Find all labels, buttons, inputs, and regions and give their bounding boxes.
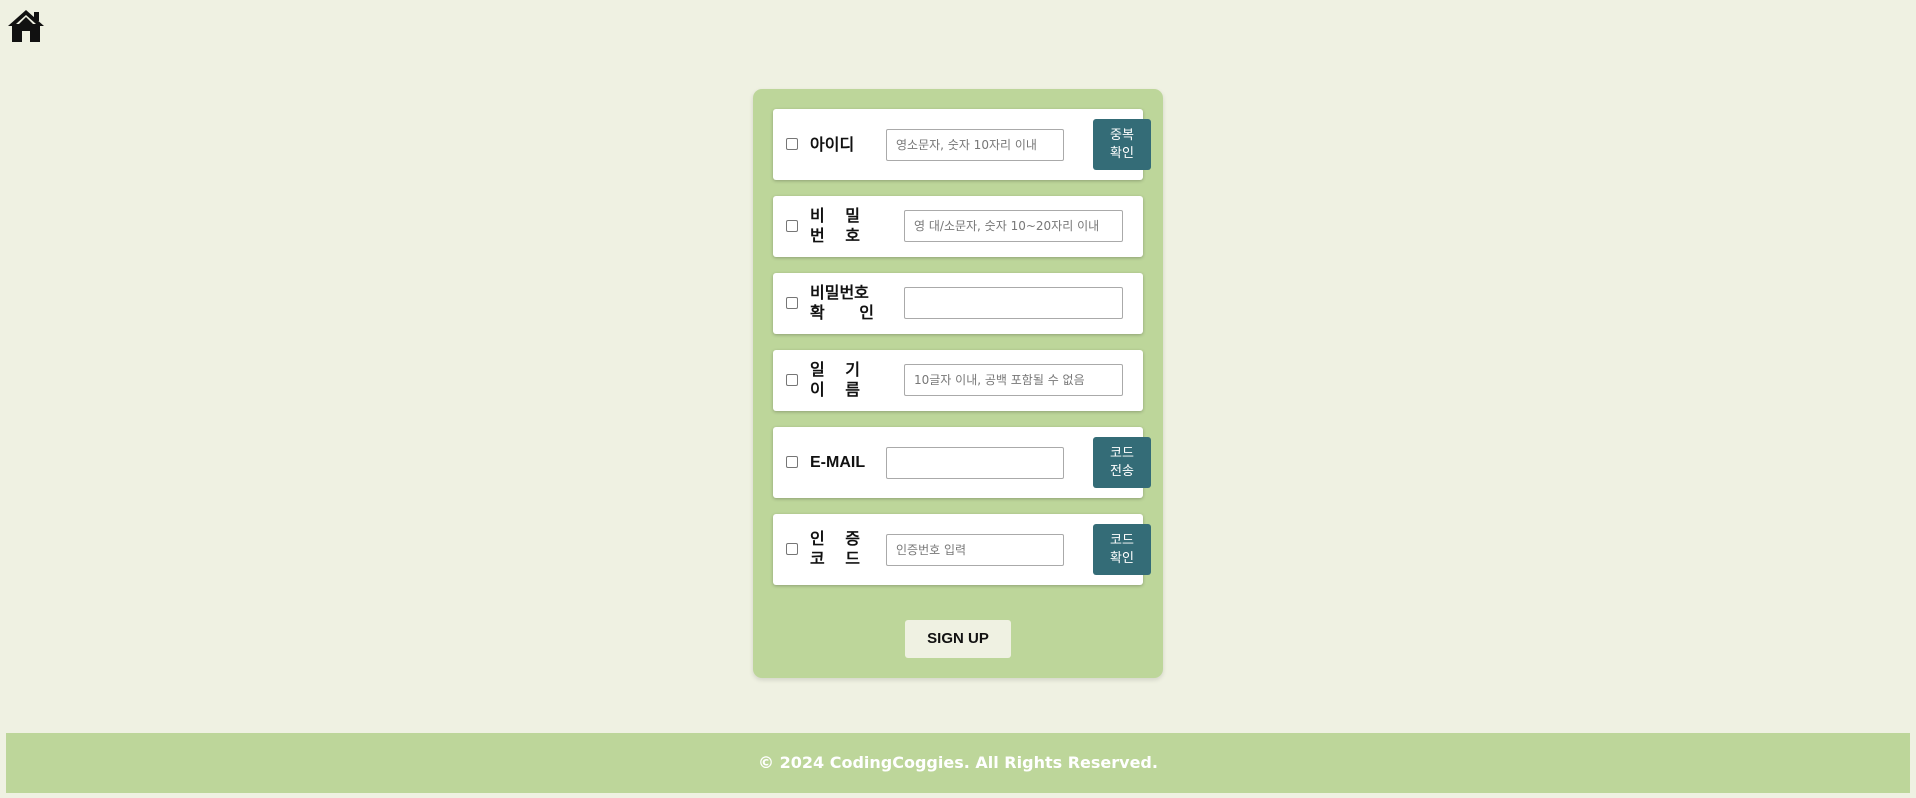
password-row: 비밀 번호 영 대/소문자, 숫자 10~20자리 이내	[773, 196, 1143, 257]
duplicate-check-button[interactable]: 중복 확인	[1093, 119, 1151, 170]
verify-code-button[interactable]: 코드 확인	[1093, 524, 1151, 575]
email-row: E-MAIL 코드 전송	[773, 427, 1151, 498]
home-icon[interactable]	[6, 8, 46, 44]
id-checkbox[interactable]	[786, 138, 798, 150]
id-input[interactable]: 영소문자, 숫자 10자리 이내	[886, 129, 1064, 161]
password-input[interactable]: 영 대/소문자, 숫자 10~20자리 이내	[904, 210, 1123, 242]
diary-name-row: 일기 이름 10글자 이내, 공백 포함될 수 없음	[773, 350, 1143, 411]
password-confirm-row: 비밀번호 확인	[773, 273, 1143, 334]
auth-code-checkbox[interactable]	[786, 543, 798, 555]
email-input[interactable]	[886, 447, 1064, 479]
password-confirm-input[interactable]	[904, 287, 1123, 319]
signup-form: 아이디 영소문자, 숫자 10자리 이내 중복 확인 비밀 번호 영 대/소문자…	[753, 89, 1163, 678]
password-checkbox[interactable]	[786, 220, 798, 232]
password-confirm-checkbox[interactable]	[786, 297, 798, 309]
send-code-button[interactable]: 코드 전송	[1093, 437, 1151, 488]
password-confirm-label: 비밀번호 확인	[810, 283, 874, 322]
diary-name-input[interactable]: 10글자 이내, 공백 포함될 수 없음	[904, 364, 1123, 396]
email-checkbox[interactable]	[786, 456, 798, 468]
signup-button[interactable]: SIGN UP	[905, 620, 1011, 658]
diary-name-checkbox[interactable]	[786, 374, 798, 386]
email-label: E-MAIL	[810, 454, 866, 471]
auth-code-label: 인증 코드	[810, 529, 860, 568]
password-label: 비밀 번호	[810, 206, 860, 245]
id-label: 아이디	[810, 135, 855, 154]
auth-code-row: 인증 코드 인증번호 입력 코드 확인	[773, 514, 1151, 585]
diary-name-label: 일기 이름	[810, 360, 860, 399]
id-row: 아이디 영소문자, 숫자 10자리 이내 중복 확인	[773, 109, 1151, 180]
copyright-text: © 2024 CodingCoggies. All Rights Reserve…	[758, 753, 1158, 772]
auth-code-input[interactable]: 인증번호 입력	[886, 534, 1064, 566]
footer: © 2024 CodingCoggies. All Rights Reserve…	[6, 733, 1910, 793]
